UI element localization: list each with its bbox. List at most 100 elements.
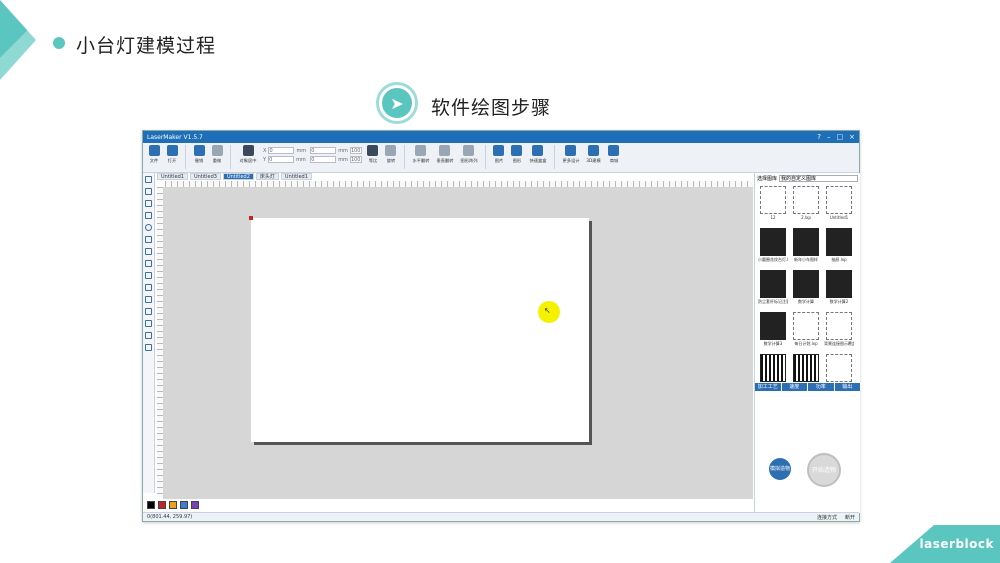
library-thumbnail [760,354,786,382]
x-field[interactable]: 0 [268,147,295,154]
library-item[interactable]: 数学计算 [791,270,821,310]
image-icon [493,145,505,156]
cube-icon [511,145,523,156]
shop-button[interactable]: 商城 [607,145,621,164]
library-thumbnail [826,228,852,256]
tab-untitled2[interactable]: Untitled2 [222,173,254,180]
text-tool-icon[interactable] [145,236,152,243]
library-item[interactable]: 12 [758,186,788,226]
tab-untitled1-b[interactable]: Untitled1 [280,173,312,180]
lock-ratio-button[interactable]: 等比 [366,145,380,164]
tab-untitled3[interactable]: Untitled3 [189,173,221,180]
library-item-label: 背景连接图示覆盖版 [824,341,854,346]
close-button[interactable]: × [849,133,855,141]
select-tool-icon[interactable] [145,176,152,183]
library-item[interactable]: 数学计算2 [824,270,854,310]
help-button[interactable]: ? [817,133,821,141]
work-area[interactable] [251,218,589,442]
divider [185,145,186,169]
h-flip-button[interactable]: 水平翻转 [411,145,431,164]
maximize-button[interactable]: □ [837,133,844,141]
flip-horizontal-icon [415,145,427,156]
curve-tool-icon[interactable] [145,200,152,207]
height-field[interactable]: 0 [310,156,337,163]
corner-decoration [0,0,36,80]
library-item[interactable]: 2.lxp [791,186,821,226]
shape-lib-button[interactable]: 图形 [510,145,524,164]
image-button[interactable]: 图片 [492,145,506,164]
line-tool-icon[interactable] [145,188,152,195]
library-item[interactable]: 小圆圈花纹台灯.lxp [758,228,788,268]
measure-tool-icon[interactable] [145,320,152,327]
divider [484,145,486,169]
power-col: 功率 [808,383,835,391]
eraser-tool-icon[interactable] [145,296,152,303]
redo-button[interactable]: 重做 [210,145,224,164]
library-item[interactable]: 背景连接图示覆盖版 [824,312,854,352]
brand-text: laserblock [919,537,994,551]
pen-tool-icon[interactable] [145,248,152,255]
grid-tool-icon[interactable] [145,260,152,267]
left-toolbar [143,173,155,493]
tab-bedside-lamp[interactable]: 床头灯 [255,173,279,180]
redo-icon [211,145,223,156]
cursor-highlight: ↖ [538,301,560,323]
document-tabs: Untitled1 Untitled3 Untitled2 床头灯 Untitl… [157,173,312,180]
library-item-label: 数学计算2 [829,299,849,304]
library-item-label: 小圆圈花纹台灯.lxp [758,257,788,262]
color-swatch[interactable] [147,501,155,509]
library-item-label: 新年小车图样 [794,257,818,262]
node-tool-icon[interactable] [145,284,152,291]
3d-modeling-button[interactable]: 3D建模 [585,145,603,164]
zoom-tool-icon[interactable] [145,332,152,339]
library-item-label: 防尘套杆标记注意事项提示 [758,299,788,304]
color-swatch[interactable] [158,501,166,509]
library-dropdown[interactable]: 我的自定义图库 [779,175,858,182]
open-button[interactable]: 打开 [165,145,179,164]
app-title: LaserMaker V1.5.7 [147,133,203,141]
link-tool-icon[interactable] [145,308,152,315]
design-icon [565,145,577,156]
library-grid: 12 2.lxp Untitled1 小圆圈花纹台灯.lxp 新年小车图样 抽屉.lxp 防… [755,184,860,396]
minimize-button[interactable]: – [827,133,831,141]
array-icon [463,145,475,156]
library-thumbnail [793,354,819,382]
print-tool-icon[interactable] [145,344,152,351]
library-item[interactable]: Untitled1 [824,186,854,226]
start-button[interactable]: 开始造物 [807,453,841,487]
file-icon [148,145,160,156]
library-item[interactable]: 新年小车图样 [791,228,821,268]
page-tool-icon[interactable] [145,272,152,279]
ellipse-tool-icon[interactable] [145,224,152,231]
library-item[interactable]: 抽屉.lxp [824,228,854,268]
fast-box-button[interactable]: 快速盒盒 [528,145,548,164]
library-item[interactable]: 数学计算3 [758,312,788,352]
more-design-button[interactable]: 更多设计 [561,145,581,164]
origin-marker [249,216,253,220]
file-button[interactable]: 文件 [147,145,161,164]
height-pct-field[interactable]: 100 [349,156,362,163]
folder-icon [166,145,178,156]
undo-button[interactable]: 撤销 [192,145,206,164]
rotate-button[interactable]: 旋转 [384,145,398,164]
align-icon [242,145,254,156]
size-fields: 0 mm 100 0 mm 100 [310,147,362,163]
rectangle-tool-icon[interactable] [145,212,152,219]
width-field[interactable]: 0 [310,147,337,154]
library-thumbnail [793,186,819,214]
drawing-canvas[interactable]: ↖ [163,187,753,499]
library-item-label: 每日计划.lxp [794,341,818,346]
library-item[interactable]: 每日计划.lxp [791,312,821,352]
color-swatch[interactable] [180,501,188,509]
width-pct-field[interactable]: 100 [349,147,362,154]
color-swatch[interactable] [169,501,177,509]
simulate-button[interactable]: 模拟造物 [769,458,791,480]
align-button[interactable]: 对象居中 [237,145,259,164]
library-thumbnail [793,270,819,298]
y-field[interactable]: 0 [268,156,295,163]
tab-untitled1[interactable]: Untitled1 [157,173,188,180]
v-flip-button[interactable]: 垂直翻转 [435,145,455,164]
shape-array-button[interactable]: 图形阵列 [459,145,479,164]
library-item[interactable]: 防尘套杆标记注意事项提示 [758,270,788,310]
color-swatch[interactable] [191,501,199,509]
